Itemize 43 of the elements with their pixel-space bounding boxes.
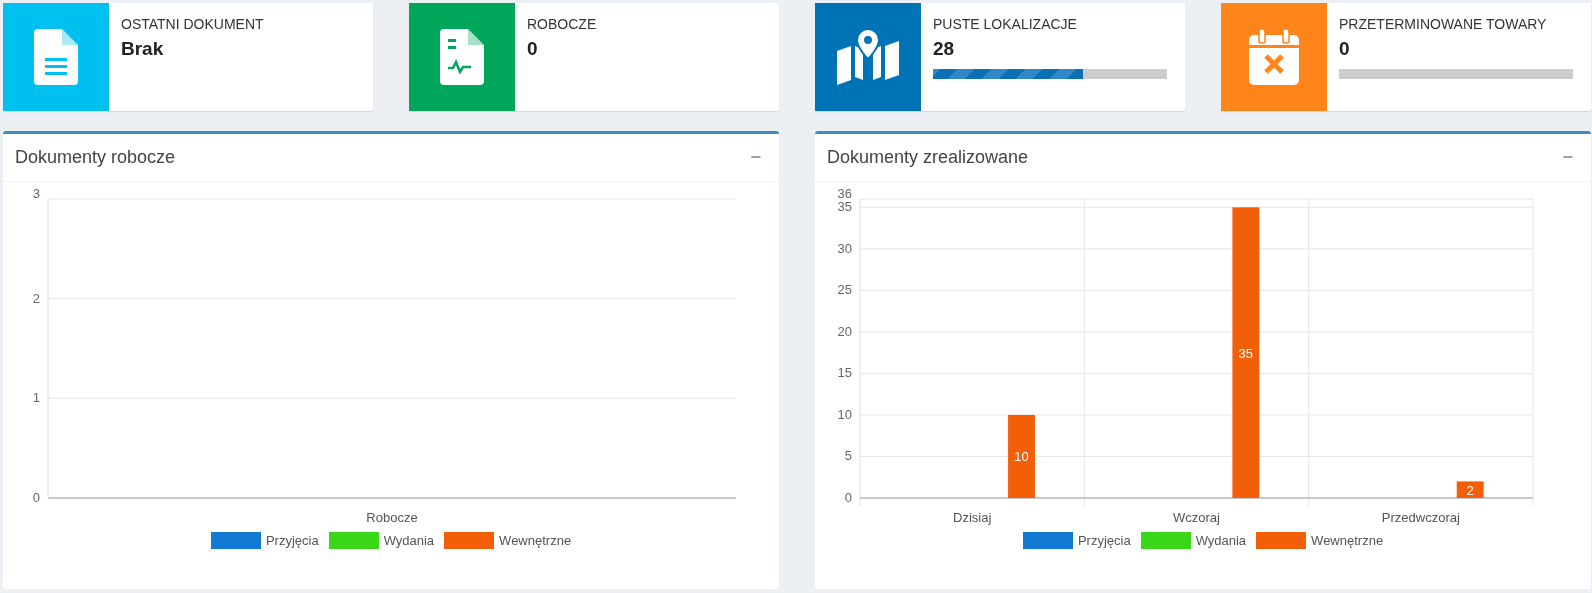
info-title: PRZETERMINOWANE TOWARY [1339,15,1548,33]
category-label: Robocze [366,510,418,525]
axis-tick-label: 10 [837,406,852,422]
axis-tick-label: 3 [32,186,40,201]
panel-title: Dokumenty zrealizowane [827,146,1029,169]
legend-label: Wydania [1195,532,1247,550]
bar-value-label: 10 [1014,449,1029,465]
axis-tick-label: 36 [837,186,852,201]
document-signature-icon [440,29,484,85]
axis-tick-label: 0 [32,490,40,505]
document-icon [34,29,78,85]
info-value: Brak [121,37,165,61]
collapse-button[interactable]: − [744,144,767,171]
axis-tick-label: 30 [837,240,852,256]
legend-label: Wewnętrzne [1311,532,1384,550]
axis-tick-label: 20 [837,323,852,339]
axis-tick-label: 2 [32,290,40,306]
info-title: PUSTE LOKALIZACJE [933,15,1078,33]
collapse-button[interactable]: − [1556,144,1579,171]
map-pin-icon [837,29,899,85]
axis-tick-label: 1 [32,390,40,406]
bar-value-label: 35 [1238,345,1254,361]
info-value: 28 [933,37,956,61]
category-label: Dzisiaj [953,510,992,525]
info-title: ROBOCZE [527,15,598,33]
legend-label: Wewnętrzne [499,532,572,550]
bar-value-label: 2 [1466,482,1474,498]
calendar-x-icon [1249,29,1299,85]
category-label: Wczoraj [1173,510,1220,525]
axis-tick-label: 25 [837,282,852,298]
axis-tick-label: 0 [844,490,852,505]
panel-title: Dokumenty robocze [15,146,176,169]
info-title: OSTATNI DOKUMENT [121,15,265,33]
axis-tick-label: 15 [837,365,852,381]
bar [1456,481,1484,498]
category-label: Przedwczoraj [1381,510,1460,525]
axis-tick-label: 5 [844,448,852,464]
legend-label: Przyjęcia [265,532,319,550]
axis-tick-label: 35 [837,199,852,215]
info-value: 0 [527,37,539,61]
legend-label: Wydania [383,532,435,550]
legend-label: Przyjęcia [1077,532,1131,550]
info-value: 0 [1339,37,1351,61]
